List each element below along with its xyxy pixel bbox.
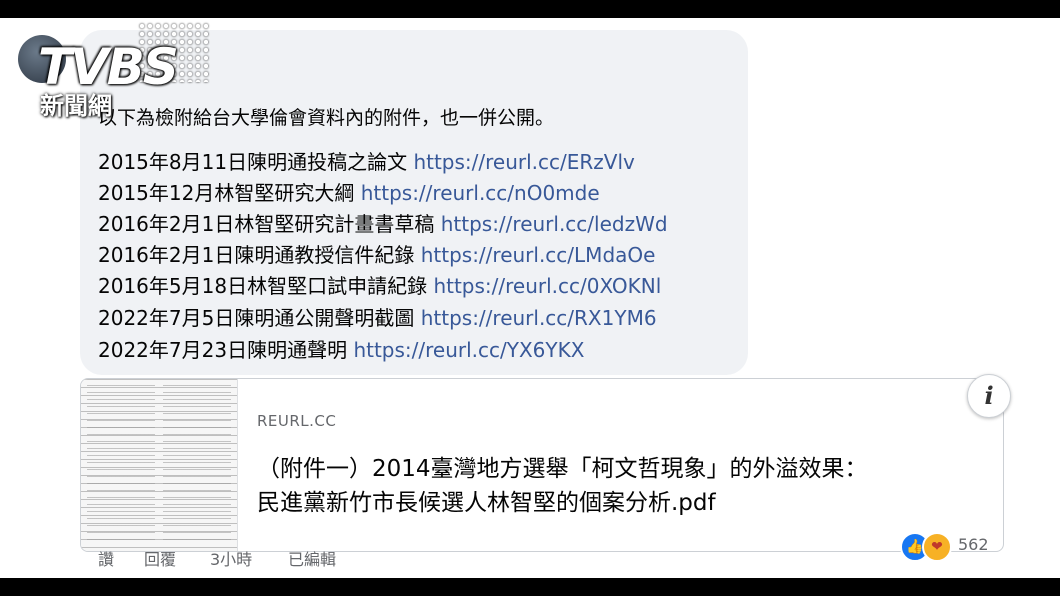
attachment-link[interactable]: https://reurl.cc/YX6YKX [353,338,584,362]
attachment-desc: 2022年7月23日陳明通聲明 [98,338,354,362]
preview-domain: REURL.CC [257,412,337,430]
info-icon[interactable]: i [967,374,1011,418]
card-divider [237,379,238,551]
attachment-desc: 2015年12月林智堅研究大綱 [98,181,361,205]
attachment-link[interactable]: https://reurl.cc/RX1YM6 [421,306,657,330]
attachment-desc: 2022年7月5日陳明通公開聲明截圖 [98,306,421,330]
logo-sub: 新聞網 [40,92,112,120]
edited-label[interactable]: 已編輯 [288,546,336,570]
care-icon: ❤ [922,532,952,562]
like-action[interactable]: 讚 [98,546,114,570]
attachment-line: 2015年8月11日陳明通投稿之論文 https://reurl.cc/ERzV… [98,146,635,175]
attachment-desc: 2016年2月1日林智堅研究計畫書草稿 [98,212,441,236]
tvbs-watermark-logo: TVBS 新聞網 [28,22,218,120]
attachment-desc: 2015年8月11日陳明通投稿之論文 [98,150,414,174]
preview-title-line2[interactable]: 民進黨新竹市長候選人林智堅的個案分析.pdf [257,483,716,517]
reaction-summary[interactable]: 👍 ❤ 562 [900,530,1004,562]
attachment-link[interactable]: https://reurl.cc/0XOKNl [433,274,661,298]
attachment-line: 2022年7月5日陳明通公開聲明截圖 https://reurl.cc/RX1Y… [98,302,657,331]
document-thumbnail [81,379,237,551]
attachment-desc: 2016年5月18日林智堅口試申請紀錄 [98,274,434,298]
thumbnail-column [87,385,155,545]
attachment-line: 2015年12月林智堅研究大綱 https://reurl.cc/nO0mde [98,177,600,206]
comment-timestamp[interactable]: 3小時 [210,546,252,570]
attachment-line: 2016年2月1日陳明通教授信件紀錄 https://reurl.cc/LMda… [98,239,655,268]
attachment-line: 2022年7月23日陳明通聲明 https://reurl.cc/YX6YKX [98,334,584,363]
reply-action[interactable]: 回覆 [144,546,176,570]
preview-title-line1[interactable]: （附件一）2014臺灣地方選舉「柯文哲現象」的外溢效果： [257,449,868,483]
attachment-desc: 2016年2月1日陳明通教授信件紀錄 [98,243,421,267]
comment-screenshot: 以下為檢附給台大學倫會資料內的附件，也一併公開。 2015年8月11日陳明通投稿… [0,18,1060,578]
attachment-link[interactable]: https://reurl.cc/ledzWd [441,212,668,236]
link-preview-card[interactable]: REURL.CC （附件一）2014臺灣地方選舉「柯文哲現象」的外溢效果： 民進… [80,378,1004,552]
attachment-line: 2016年2月1日林智堅研究計畫書草稿 https://reurl.cc/led… [98,208,668,237]
attachment-link[interactable]: https://reurl.cc/nO0mde [361,181,600,205]
attachment-link[interactable]: https://reurl.cc/LMdaOe [421,243,656,267]
attachment-link[interactable]: https://reurl.cc/ERzVlv [413,150,634,174]
attachment-line: 2016年5月18日林智堅口試申請紀錄 https://reurl.cc/0XO… [98,270,661,299]
thumbnail-column [163,385,231,545]
reaction-count: 562 [958,535,989,554]
